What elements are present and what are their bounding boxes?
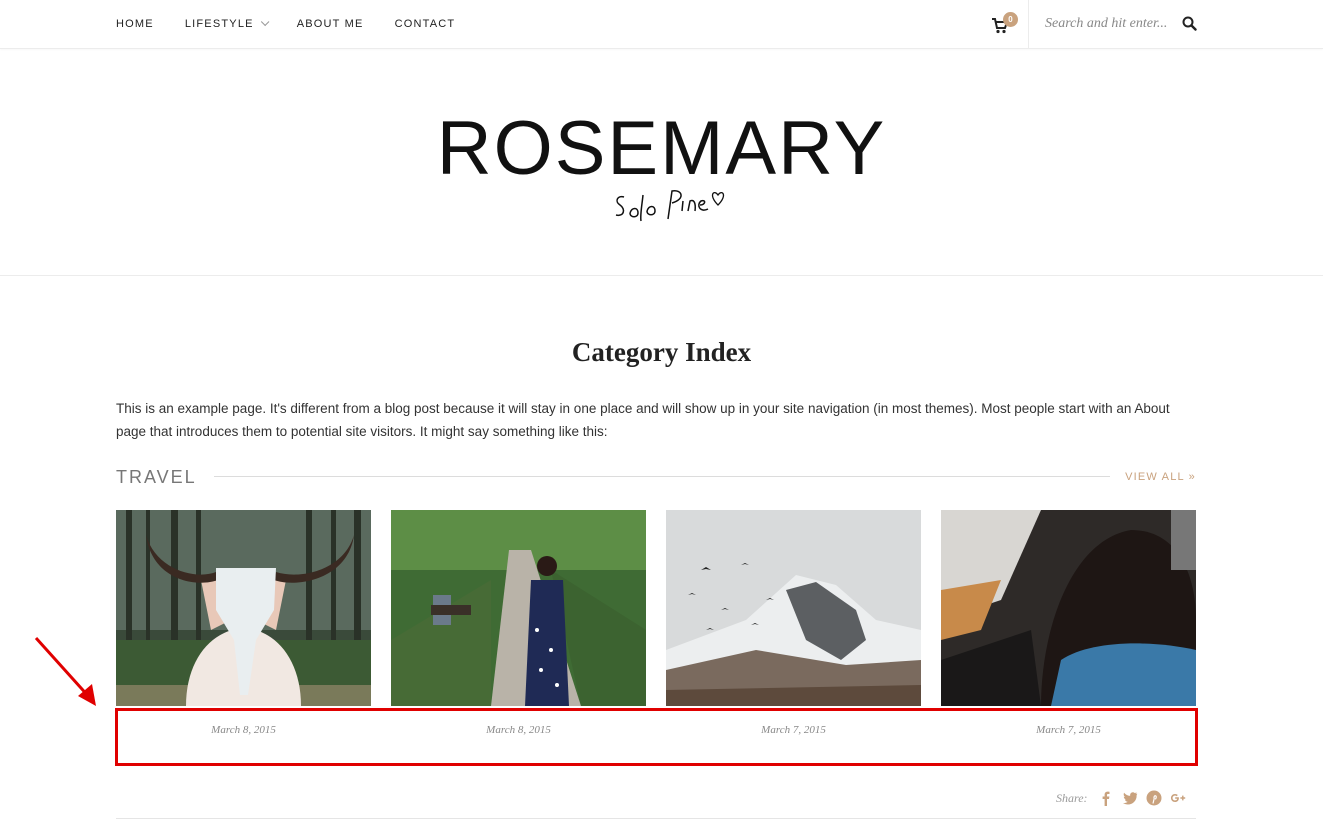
post-grid bbox=[116, 510, 1196, 706]
post-thumbnail-1[interactable] bbox=[116, 510, 371, 706]
woman-in-car-image bbox=[941, 510, 1196, 706]
woman-in-park-image bbox=[391, 510, 646, 706]
page-title: Category Index bbox=[571, 337, 752, 367]
facebook-icon[interactable] bbox=[1098, 790, 1114, 806]
intro-paragraph: This is an example page. It's different … bbox=[116, 401, 1170, 439]
search-input[interactable] bbox=[1045, 13, 1180, 35]
twitter-icon[interactable] bbox=[1122, 790, 1138, 806]
nav-home[interactable]: HOME bbox=[116, 18, 154, 30]
post-thumbnail-4[interactable] bbox=[941, 510, 1196, 706]
section-divider bbox=[214, 476, 1110, 477]
logo-signature bbox=[615, 190, 725, 222]
nav-contact[interactable]: CONTACT bbox=[395, 18, 456, 30]
post-thumbnail-2[interactable] bbox=[391, 510, 646, 706]
header-divider bbox=[0, 275, 1323, 276]
share-bar: Share: bbox=[1056, 790, 1194, 806]
main-menu: HOME LIFESTYLE ABOUT ME CONTACT bbox=[116, 0, 486, 48]
nav-lifestyle[interactable]: LIFESTYLE bbox=[184, 17, 270, 30]
nav-about-me[interactable]: ABOUT ME bbox=[297, 18, 364, 30]
woman-holding-skull-image bbox=[116, 510, 371, 706]
divider bbox=[1028, 0, 1029, 48]
snowy-mountain-image bbox=[666, 510, 921, 706]
top-navigation-bar: HOME LIFESTYLE ABOUT ME CONTACT 0 bbox=[0, 0, 1323, 49]
chevron-down-icon bbox=[260, 17, 270, 27]
post-divider bbox=[116, 818, 1196, 819]
pinterest-icon[interactable] bbox=[1146, 790, 1162, 806]
section-title: TRAVEL bbox=[116, 467, 197, 487]
cart-button[interactable]: 0 bbox=[992, 12, 1018, 35]
nav-about-me-label: ABOUT ME bbox=[296, 18, 364, 30]
category-section-header: TRAVEL VIEW ALL » bbox=[116, 466, 1196, 488]
annotation-arrow-icon bbox=[34, 636, 96, 706]
post-thumbnail-3[interactable] bbox=[666, 510, 921, 706]
annotation-highlight-box bbox=[115, 708, 1198, 766]
nav-contact-label: CONTACT bbox=[394, 18, 456, 30]
nav-home-label: HOME bbox=[116, 18, 154, 30]
view-all-link[interactable]: VIEW ALL » bbox=[1125, 471, 1196, 483]
site-logo[interactable]: ROSEMARY bbox=[0, 105, 1323, 222]
logo-title: ROSEMARY bbox=[436, 106, 887, 191]
nav-lifestyle-label: LIFESTYLE bbox=[184, 18, 254, 30]
search-icon[interactable] bbox=[1182, 16, 1197, 31]
share-label: Share: bbox=[1056, 790, 1088, 805]
cart-count-badge: 0 bbox=[1003, 12, 1018, 27]
google-plus-icon[interactable] bbox=[1170, 790, 1186, 806]
